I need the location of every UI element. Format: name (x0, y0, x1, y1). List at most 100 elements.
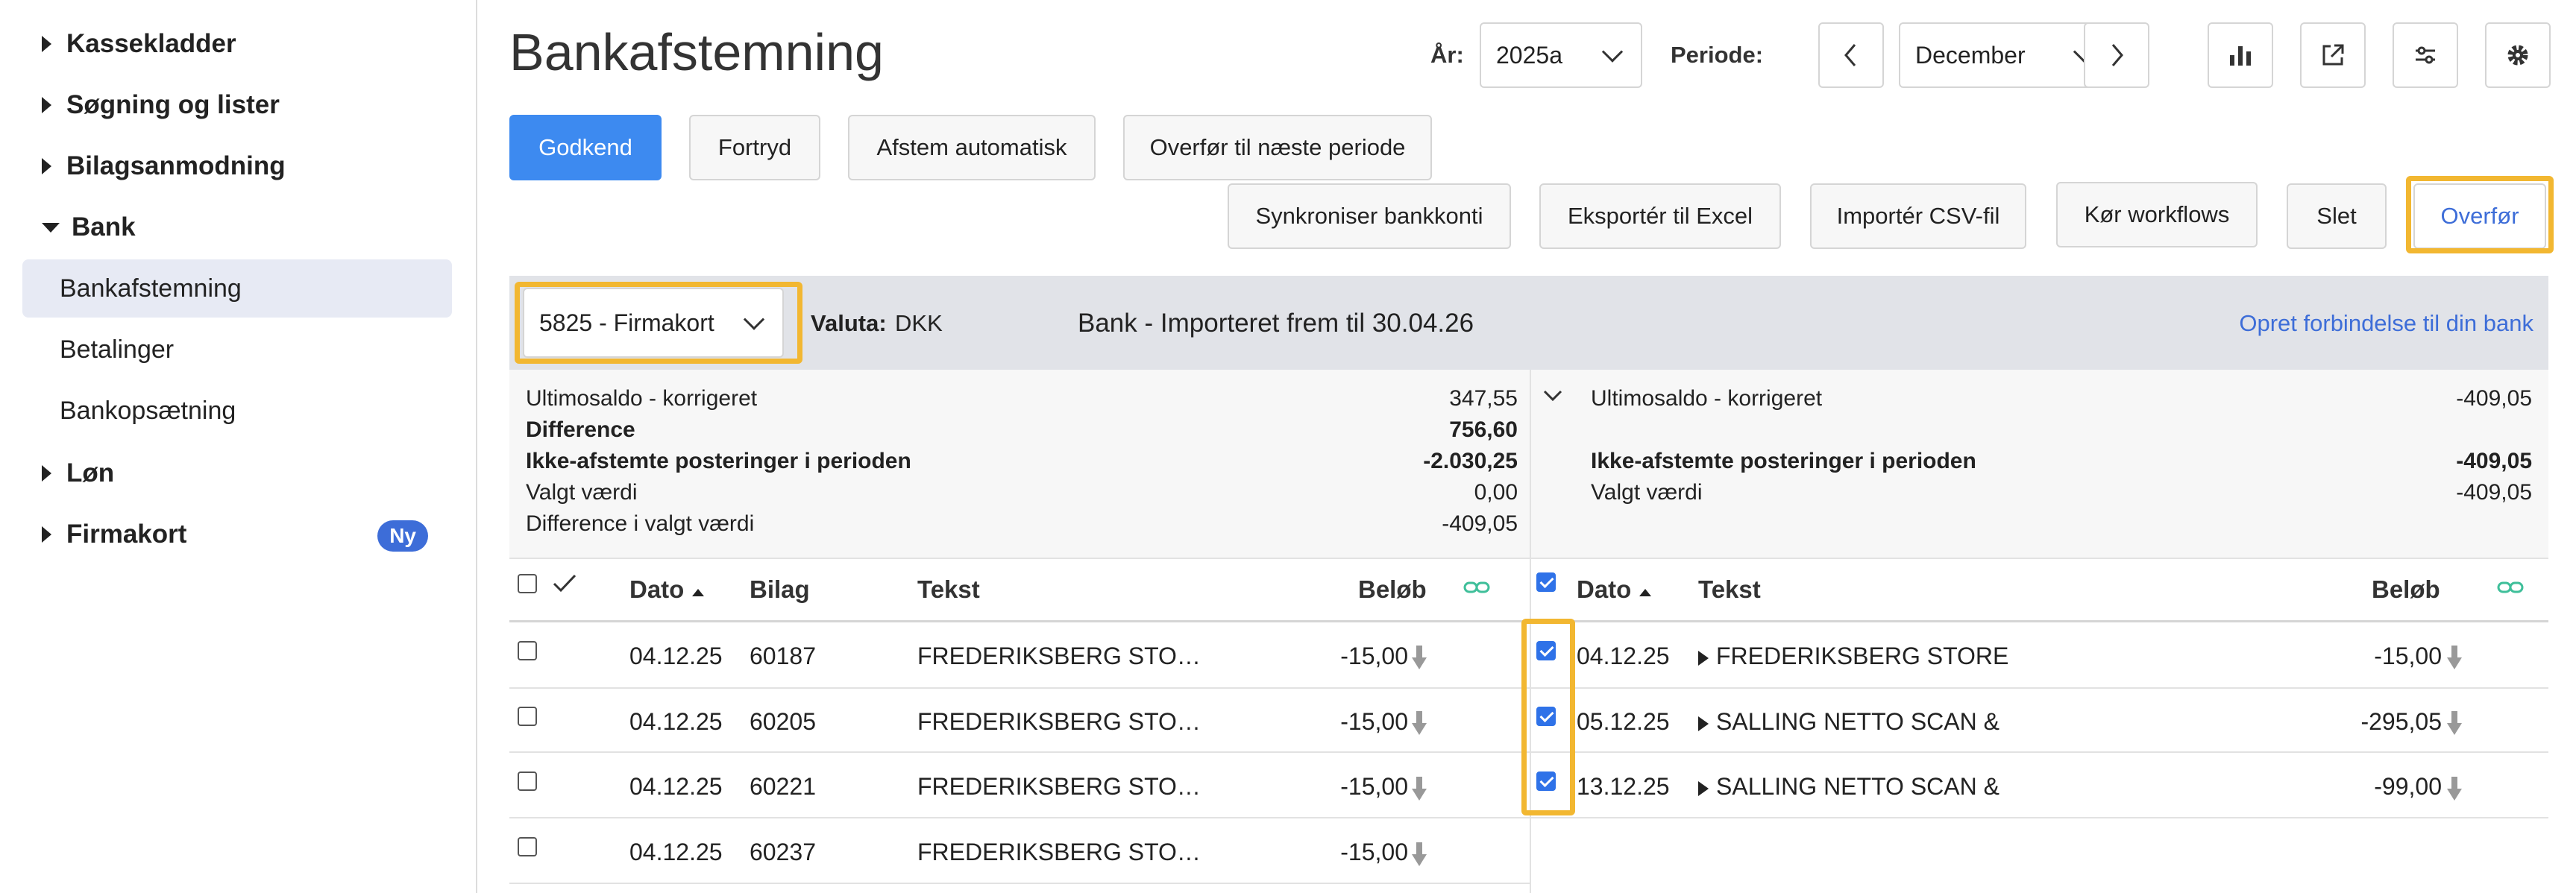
sort-asc-icon (1639, 589, 1651, 596)
sidebar-item-label: Bankafstemning (60, 274, 242, 303)
export-excel-button[interactable]: Eksportér til Excel (1539, 183, 1781, 249)
sidebar: Kassekladder Søgning og lister Bilagsanm… (0, 0, 477, 893)
import-status: Bank - Importeret frem til 30.04.26 (1078, 309, 1474, 338)
sidebar-item-label: Bank (72, 212, 136, 242)
open-external-button[interactable] (2300, 22, 2366, 88)
row-amount: -15,00 (1340, 773, 1408, 800)
year-select[interactable]: 2025a (1480, 22, 1642, 88)
row-text: FREDERIKSBERG STO… (917, 839, 1201, 865)
select-all-right-checkbox[interactable] (1536, 572, 1556, 592)
link-icon[interactable] (2497, 578, 2524, 596)
import-csv-button[interactable]: Importér CSV-fil (1810, 183, 2026, 249)
arrow-down-icon[interactable] (2446, 644, 2463, 671)
undo-button[interactable]: Fortryd (689, 115, 820, 180)
right-ultimo-label: Ultimosaldo - korrigeret (1591, 386, 1823, 411)
sidebar-item-label: Kassekladder (66, 29, 236, 58)
arrow-down-icon[interactable] (2446, 775, 2463, 802)
row-amount: -15,00 (2374, 643, 2442, 669)
chevron-right-icon (2111, 44, 2123, 66)
arrow-down-icon[interactable] (1411, 841, 1427, 868)
auto-reconcile-button[interactable]: Afstem automatisk (848, 115, 1096, 180)
sidebar-item-bilagsanmodning[interactable]: Bilagsanmodning (0, 136, 476, 197)
row-date: 04.12.25 (629, 708, 723, 735)
new-badge: Ny (377, 520, 428, 552)
row-date: 05.12.25 (1577, 708, 1670, 735)
left-ultimo-label: Ultimosaldo - korrigeret (526, 386, 758, 411)
sidebar-item-kassekladder[interactable]: Kassekladder (0, 13, 476, 75)
arrow-down-icon[interactable] (1411, 775, 1427, 802)
row-checkbox[interactable] (518, 641, 537, 660)
next-period-button[interactable] (2084, 22, 2149, 88)
row-date: 04.12.25 (629, 643, 723, 669)
left-unreconciled-label: Ikke-afstemte posteringer i perioden (526, 449, 911, 473)
delete-button[interactable]: Slet (2287, 183, 2387, 249)
sidebar-item-bankafstemning[interactable]: Bankafstemning (22, 259, 452, 318)
divider (1531, 620, 2548, 622)
link-icon[interactable] (1463, 578, 1490, 596)
left-col-bilag[interactable]: Bilag (750, 575, 810, 604)
arrow-down-icon[interactable] (1411, 710, 1427, 736)
filter-settings-button[interactable] (2393, 22, 2458, 88)
chevron-left-icon (1844, 44, 1856, 66)
row-date: 13.12.25 (1577, 773, 1670, 800)
right-unreconciled-value: -409,05 (2456, 449, 2532, 473)
account-bar: 5825 - Firmakort Valuta: DKK Bank - Impo… (509, 276, 2548, 370)
sliders-icon (2416, 46, 2435, 64)
chevron-down-icon (1601, 41, 1624, 63)
prev-period-button[interactable] (1818, 22, 1884, 88)
right-ultimo-value: -409,05 (2456, 386, 2532, 411)
right-col-belob[interactable]: Beløb (2372, 575, 2440, 604)
row-checkbox[interactable] (518, 707, 537, 726)
row-voucher: 60205 (750, 708, 816, 735)
expand-icon[interactable] (1698, 716, 1709, 731)
settings-button[interactable] (2485, 22, 2551, 88)
sidebar-item-betalinger[interactable]: Betalinger (22, 321, 452, 379)
caret-down-icon (42, 222, 60, 233)
left-col-dato[interactable]: Dato (629, 575, 705, 604)
chart-button[interactable] (2208, 22, 2273, 88)
period-value: December (1915, 41, 2026, 69)
sync-bank-accounts-button[interactable]: Synkroniser bankkonti (1228, 183, 1511, 249)
row-voucher: 60187 (750, 643, 816, 669)
row-date: 04.12.25 (629, 773, 723, 800)
caret-right-icon (42, 465, 51, 482)
caret-right-icon (42, 158, 51, 174)
row-checkbox[interactable] (518, 771, 537, 791)
left-selected-label: Valgt værdi (526, 480, 638, 505)
summary-panel: Ultimosaldo - korrigeret 347,55 Differen… (509, 370, 2548, 558)
row-text: SALLING NETTO SCAN & (1698, 708, 1999, 736)
chevron-down-icon[interactable] (1542, 388, 1564, 404)
period-select[interactable]: December (1899, 22, 2114, 88)
transfer-next-period-button[interactable]: Overfør til næste periode (1123, 115, 1432, 180)
row-date: 04.12.25 (629, 839, 723, 865)
row-voucher: 60237 (750, 839, 816, 865)
divider (1531, 817, 2548, 818)
caret-right-icon (42, 97, 51, 113)
right-selected-value: -409,05 (2456, 480, 2532, 505)
expand-icon[interactable] (1698, 780, 1709, 796)
connect-bank-link[interactable]: Opret forbindelse til din bank (2239, 310, 2533, 337)
expand-icon[interactable] (1698, 650, 1709, 666)
divider (509, 687, 1530, 689)
select-all-left-checkbox[interactable] (518, 574, 537, 593)
sidebar-item-firmakort[interactable]: Firmakort Ny (0, 504, 476, 565)
sidebar-item-sogning[interactable]: Søgning og lister (0, 75, 476, 136)
bar-chart-icon (2230, 46, 2251, 66)
left-col-tekst[interactable]: Tekst (917, 575, 980, 604)
approve-button[interactable]: Godkend (509, 115, 662, 180)
right-col-dato[interactable]: Dato (1577, 575, 1652, 604)
sidebar-item-lon[interactable]: Løn (0, 443, 476, 504)
row-voucher: 60221 (750, 773, 816, 800)
arrow-down-icon[interactable] (2446, 710, 2463, 736)
right-selected-label: Valgt værdi (1591, 480, 1703, 505)
run-workflows-button[interactable]: Kør workflows (2056, 182, 2258, 247)
row-checkbox[interactable] (518, 837, 537, 856)
right-col-tekst[interactable]: Tekst (1698, 575, 1761, 604)
sidebar-item-bank[interactable]: Bank (0, 197, 476, 258)
main-content: Bankafstemning År: 2025a Periode: Decemb… (477, 0, 2576, 893)
arrow-down-icon[interactable] (1411, 644, 1427, 671)
row-text: FREDERIKSBERG STO… (917, 708, 1201, 735)
left-col-belob[interactable]: Beløb (1358, 575, 1427, 604)
sidebar-item-bankopsaetning[interactable]: Bankopsætning (22, 382, 452, 440)
checkmark-icon[interactable] (552, 572, 577, 595)
